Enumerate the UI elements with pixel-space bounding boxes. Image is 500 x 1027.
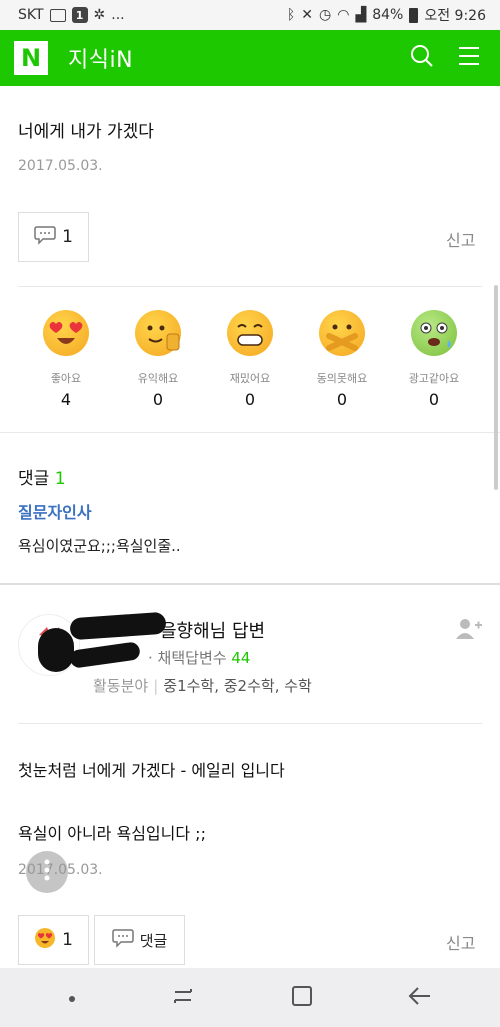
comment-author[interactable]: 질문자인사 [18, 499, 92, 523]
dot-separator: · [148, 649, 158, 667]
answer-reaction-button[interactable]: 1 [18, 915, 89, 965]
sick-emoji-icon [411, 310, 457, 356]
reaction-label: 유익해요 [137, 372, 179, 385]
notification-badge: 1 [71, 7, 88, 23]
thumbs-up-emoji-icon [135, 310, 181, 356]
page-title[interactable]: 지식iN [68, 42, 133, 74]
comments-count: 1 [54, 469, 66, 489]
reaction-disagree[interactable]: 동의못해요 0 [298, 310, 386, 409]
reaction-label: 재밌어요 [229, 372, 271, 385]
answer-reply-button[interactable]: 댓글 [94, 915, 185, 965]
reaction-useful[interactable]: 유익해요 0 [114, 310, 202, 409]
more-dots: ... [111, 7, 125, 23]
reaction-label: 광고같아요 [408, 372, 460, 385]
report-button[interactable]: 신고 [446, 227, 475, 251]
adopted-label: 채택답변수 [157, 649, 227, 667]
reaction-funny[interactable]: 재밌어요 0 [206, 310, 294, 409]
divider [0, 432, 500, 433]
comments-header: 댓글 1 [18, 464, 66, 489]
reaction-bar: 좋아요 4 유익해요 0 재밌어요 0 동의못해요 0 광고같아요 0 [18, 310, 482, 409]
system-nav-bar [0, 968, 500, 1027]
clock: 오전 9:26 [424, 8, 486, 24]
wifi-icon: ◠ [337, 7, 350, 23]
reaction-count: 0 [152, 390, 164, 409]
answer-meta: · 채택답변수 44 [148, 647, 250, 668]
section-divider [0, 583, 500, 585]
heart-eyes-emoji-icon [34, 927, 56, 954]
reaction-like[interactable]: 좋아요 4 [22, 310, 110, 409]
redaction-mark [69, 611, 167, 641]
divider [18, 723, 482, 724]
divider [18, 286, 482, 287]
reaction-label: 동의못해요 [316, 372, 368, 385]
reaction-count: 4 [60, 390, 72, 409]
speech-bubble-icon [111, 928, 134, 952]
signal-icon: ▟ [355, 7, 367, 23]
field-values: 중1수학, 중2수학, 수학 [163, 677, 312, 695]
dot-indicator-icon [68, 988, 76, 1007]
reaction-count: 0 [336, 390, 348, 409]
reply-label: 댓글 [139, 931, 168, 950]
reaction-ad[interactable]: 광고같아요 0 [390, 310, 478, 409]
comment-body: 욕심이였군요;;;욕실인줄.. [18, 537, 181, 555]
recent-apps-icon[interactable] [171, 986, 195, 1010]
comment-button[interactable]: 1 [18, 212, 89, 262]
alarm-icon: ◷ [319, 7, 332, 23]
reaction-count: 0 [244, 390, 256, 409]
add-user-icon[interactable] [455, 618, 483, 644]
adopted-count: 44 [231, 649, 251, 667]
sync-icon: ✲ [93, 7, 106, 23]
answer-report-button[interactable]: 신고 [446, 930, 475, 954]
reaction-label: 좋아요 [50, 372, 82, 385]
menu-icon[interactable] [458, 46, 480, 70]
floating-more-button[interactable] [26, 851, 68, 893]
mute-icon: ✕ [301, 7, 313, 23]
gallery-icon [49, 8, 66, 22]
comment-count: 1 [62, 227, 73, 247]
battery-icon [409, 7, 419, 23]
carrier-label: SKT [18, 7, 44, 23]
search-icon[interactable] [410, 44, 434, 72]
app-header: N 지식iN [0, 30, 500, 86]
activity-field: 활동분야 | 중1수학, 중2수학, 수학 [93, 677, 312, 695]
answer-line: 첫눈처럼 너에게 가겠다 - 에일리 입니다 [18, 761, 285, 780]
speech-bubble-icon [34, 225, 56, 250]
scrollbar[interactable] [494, 285, 498, 490]
answer-author[interactable]: 을향해님 답변 [160, 617, 265, 643]
more-vertical-icon [44, 859, 50, 885]
field-label: 활동분야 [93, 677, 149, 695]
back-icon[interactable] [408, 986, 432, 1010]
status-bar: SKT 1 ✲ ... ᛒ ✕ ◷ ◠ ▟ 84% 오전 9:26 [0, 0, 500, 30]
crossed-arms-emoji-icon [319, 310, 365, 356]
naver-logo[interactable]: N [14, 41, 48, 75]
answer-line: 욕실이 아니라 욕심입니다 ;; [18, 824, 206, 843]
question-date: 2017.05.03. [18, 158, 103, 174]
comments-label: 댓글 [18, 469, 50, 489]
bluetooth-icon: ᛒ [286, 7, 296, 23]
battery-percent: 84% [372, 7, 404, 23]
redaction-mark [38, 628, 74, 672]
grin-emoji-icon [227, 310, 273, 356]
home-icon[interactable] [291, 985, 313, 1011]
heart-eyes-emoji-icon [43, 310, 89, 356]
question-title: 너에게 내가 가겠다 [18, 122, 154, 142]
answer-reaction-count: 1 [62, 930, 73, 950]
reaction-count: 0 [428, 390, 440, 409]
